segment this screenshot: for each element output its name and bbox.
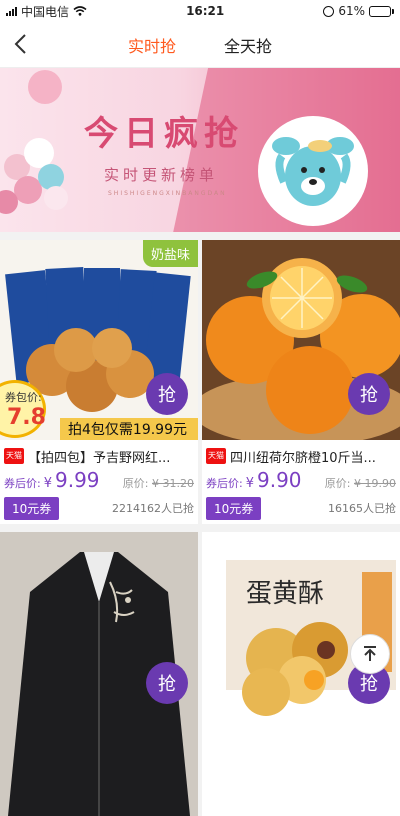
after-coupon-label: 券后价: [4,477,41,490]
back-to-top-button[interactable] [350,634,390,674]
tmall-icon: 天猫 [206,448,226,464]
back-to-top-icon [364,646,376,661]
after-coupon-price: 9.99 [55,468,100,492]
bear-mascot-icon [272,137,354,206]
banner-small-text: SHISHIGENGXINBANGDAN [108,190,227,197]
alarm-icon [323,5,335,17]
tmall-icon: 天猫 [4,448,24,464]
clock-time: 16:21 [186,4,225,18]
grab-button[interactable]: 抢 [146,373,188,415]
grab-button[interactable]: 抢 [146,662,188,704]
coupon-price-badge: 券包价: 7.8 [0,380,46,438]
after-coupon-price: 9.90 [257,468,302,492]
product-grid: 奶盐味 券包价: 7.8 拍4包仅需19.99元 抢 天猫 【拍四包】予吉野网红… [0,240,400,816]
tab-realtime[interactable]: 实时抢 [128,27,176,73]
product-card[interactable]: 抢 [0,532,198,816]
battery-percent: 61% [338,4,365,18]
sold-count: 16165人已抢 [328,502,396,515]
promo-strip: 拍4包仅需19.99元 [60,418,198,440]
carrier-label: 中国电信 [21,4,70,19]
sold-count: 2214162人已抢 [112,502,194,515]
wifi-icon [73,6,87,16]
coupon-badge[interactable]: 10元券 [4,496,60,520]
after-coupon-label: 券后价: [206,477,243,490]
coupon-badge[interactable]: 10元券 [206,496,262,520]
grab-button[interactable]: 抢 [348,373,390,415]
product-title[interactable]: 四川纽荷尔脐橙10斤当... [230,447,376,466]
promo-banner[interactable]: 今日疯抢 实时更新榜单 SHISHIGENGXINBANGDAN [0,68,400,232]
banner-title: 今日疯抢 [84,114,244,154]
product-card[interactable]: 抢 天猫 四川纽荷尔脐橙10斤当... 券后价: ¥ 9.90 原价: ¥ 19… [202,240,400,524]
back-button[interactable] [8,32,32,56]
status-bar: 中国电信 16:21 61% [0,0,400,22]
tab-allday[interactable]: 全天抢 [224,27,272,63]
battery-icon [368,5,394,17]
original-price: 原价: ¥ 19.90 [324,477,396,490]
nav-bar: 实时抢 全天抢 [0,22,400,73]
back-arrow-icon [14,34,26,54]
signal-icon [6,6,17,16]
product-card[interactable]: 奶盐味 券包价: 7.8 拍4包仅需19.99元 抢 天猫 【拍四包】予吉野网红… [0,240,198,524]
product-card[interactable]: 蛋黄酥 抢 [202,532,400,816]
banner-subtitle: 实时更新榜单 [104,166,219,184]
original-price: 原价: ¥ 31.20 [122,477,194,490]
flavor-badge: 奶盐味 [142,240,198,267]
product-title[interactable]: 【拍四包】予吉野网红... [28,447,170,466]
svg-text:蛋黄酥: 蛋黄酥 [246,579,324,609]
